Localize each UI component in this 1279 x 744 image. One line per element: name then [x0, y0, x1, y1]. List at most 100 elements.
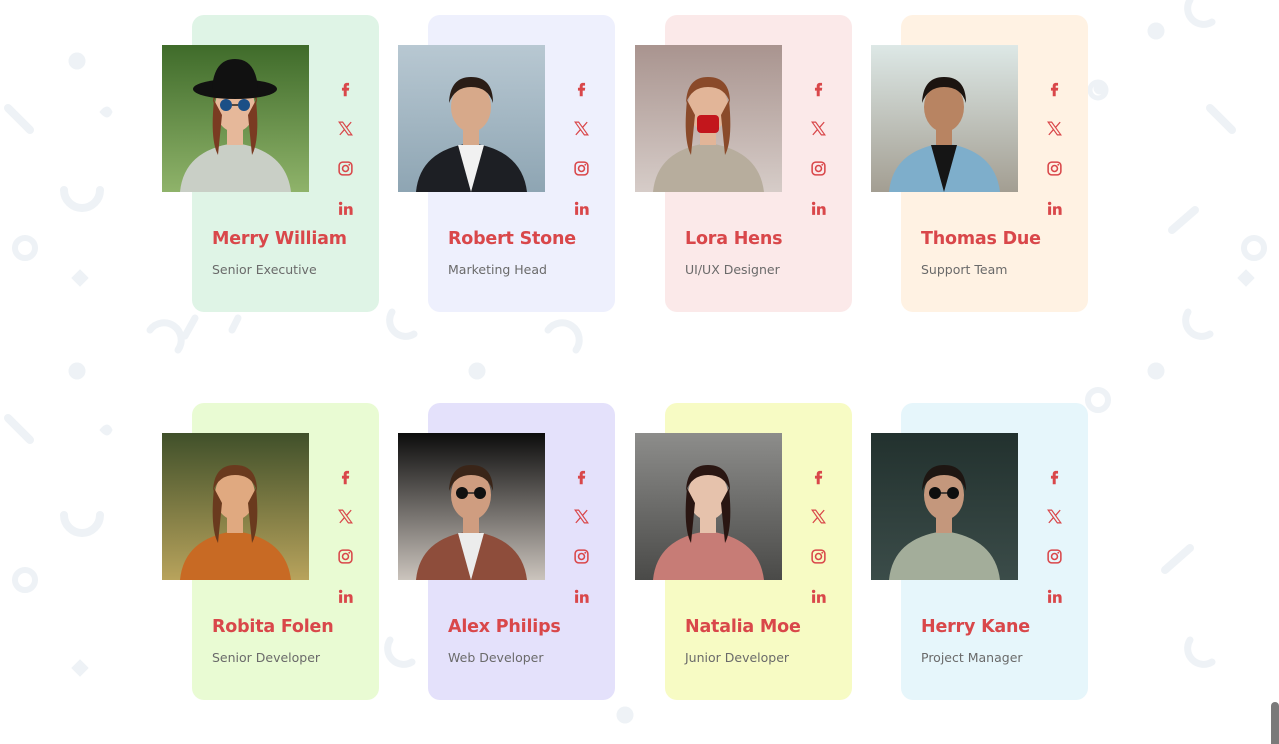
instagram-link[interactable]: [570, 545, 592, 567]
x-twitter-link[interactable]: [334, 505, 356, 527]
facebook-link[interactable]: [334, 77, 356, 99]
linkedin-link[interactable]: [1043, 197, 1065, 219]
linkedin-link[interactable]: [1043, 585, 1065, 607]
instagram-icon: [337, 548, 353, 564]
facebook-link[interactable]: [570, 77, 592, 99]
member-role: Marketing Head: [448, 262, 547, 277]
linkedin-icon: [338, 201, 353, 215]
instagram-link[interactable]: [334, 157, 356, 179]
x-twitter-icon: [1046, 121, 1062, 135]
facebook-icon: [1050, 470, 1058, 484]
instagram-icon: [1046, 548, 1062, 564]
facebook-link[interactable]: [807, 465, 829, 487]
instagram-icon: [573, 160, 589, 176]
x-twitter-link[interactable]: [1043, 117, 1065, 139]
member-photo: [635, 433, 782, 580]
member-role: UI/UX Designer: [685, 262, 780, 277]
facebook-icon: [1050, 82, 1058, 96]
linkedin-icon: [1047, 201, 1062, 215]
x-twitter-icon: [573, 121, 589, 135]
instagram-link[interactable]: [807, 157, 829, 179]
facebook-icon: [341, 82, 349, 96]
x-twitter-link[interactable]: [334, 117, 356, 139]
page-scrollbar-thumb[interactable]: [1271, 702, 1279, 744]
social-links: [1043, 77, 1065, 219]
member-role: Junior Developer: [685, 650, 790, 665]
social-links: [1043, 465, 1065, 607]
team-grid: Merry William Senior Executive Robert St…: [0, 0, 1279, 744]
member-name: Robita Folen: [212, 617, 334, 637]
member-name: Lora Hens: [685, 229, 783, 249]
instagram-link[interactable]: [807, 545, 829, 567]
linkedin-icon: [811, 589, 826, 603]
x-twitter-icon: [810, 509, 826, 523]
x-twitter-link[interactable]: [570, 117, 592, 139]
social-links: [570, 465, 592, 607]
linkedin-link[interactable]: [570, 197, 592, 219]
instagram-icon: [337, 160, 353, 176]
social-links: [807, 77, 829, 219]
x-twitter-icon: [573, 509, 589, 523]
facebook-icon: [814, 82, 822, 96]
member-name: Merry William: [212, 229, 347, 249]
x-twitter-icon: [810, 121, 826, 135]
instagram-icon: [573, 548, 589, 564]
x-twitter-link[interactable]: [807, 117, 829, 139]
linkedin-icon: [1047, 589, 1062, 603]
x-twitter-icon: [1046, 509, 1062, 523]
linkedin-link[interactable]: [570, 585, 592, 607]
facebook-icon: [814, 470, 822, 484]
x-twitter-link[interactable]: [1043, 505, 1065, 527]
member-role: Web Developer: [448, 650, 544, 665]
member-name: Herry Kane: [921, 617, 1030, 637]
facebook-icon: [577, 82, 585, 96]
facebook-link[interactable]: [570, 465, 592, 487]
instagram-link[interactable]: [1043, 545, 1065, 567]
team-member-card: Robita Folen Senior Developer: [162, 403, 388, 703]
linkedin-icon: [574, 589, 589, 603]
instagram-icon: [1046, 160, 1062, 176]
social-links: [807, 465, 829, 607]
team-member-card: Lora Hens UI/UX Designer: [635, 15, 861, 315]
instagram-icon: [810, 548, 826, 564]
team-member-card: Merry William Senior Executive: [162, 15, 388, 315]
linkedin-link[interactable]: [807, 585, 829, 607]
member-name: Alex Philips: [448, 617, 561, 637]
linkedin-icon: [811, 201, 826, 215]
instagram-link[interactable]: [570, 157, 592, 179]
linkedin-link[interactable]: [807, 197, 829, 219]
team-member-card: Herry Kane Project Manager: [871, 403, 1097, 703]
facebook-icon: [341, 470, 349, 484]
member-role: Senior Executive: [212, 262, 317, 277]
facebook-link[interactable]: [334, 465, 356, 487]
social-links: [570, 77, 592, 219]
x-twitter-icon: [337, 121, 353, 135]
member-name: Robert Stone: [448, 229, 576, 249]
member-role: Senior Developer: [212, 650, 321, 665]
linkedin-link[interactable]: [334, 585, 356, 607]
team-member-card: Robert Stone Marketing Head: [398, 15, 624, 315]
x-twitter-link[interactable]: [807, 505, 829, 527]
linkedin-icon: [574, 201, 589, 215]
member-photo: [871, 433, 1018, 580]
member-role: Support Team: [921, 262, 1008, 277]
instagram-link[interactable]: [1043, 157, 1065, 179]
facebook-icon: [577, 470, 585, 484]
instagram-link[interactable]: [334, 545, 356, 567]
member-photo: [398, 433, 545, 580]
linkedin-icon: [338, 589, 353, 603]
member-photo: [162, 45, 309, 192]
facebook-link[interactable]: [807, 77, 829, 99]
x-twitter-icon: [337, 509, 353, 523]
member-photo: [635, 45, 782, 192]
member-photo: [398, 45, 545, 192]
linkedin-link[interactable]: [334, 197, 356, 219]
facebook-link[interactable]: [1043, 77, 1065, 99]
member-name: Natalia Moe: [685, 617, 801, 637]
member-name: Thomas Due: [921, 229, 1041, 249]
x-twitter-link[interactable]: [570, 505, 592, 527]
team-member-card: Natalia Moe Junior Developer: [635, 403, 861, 703]
facebook-link[interactable]: [1043, 465, 1065, 487]
member-photo: [871, 45, 1018, 192]
member-role: Project Manager: [921, 650, 1023, 665]
